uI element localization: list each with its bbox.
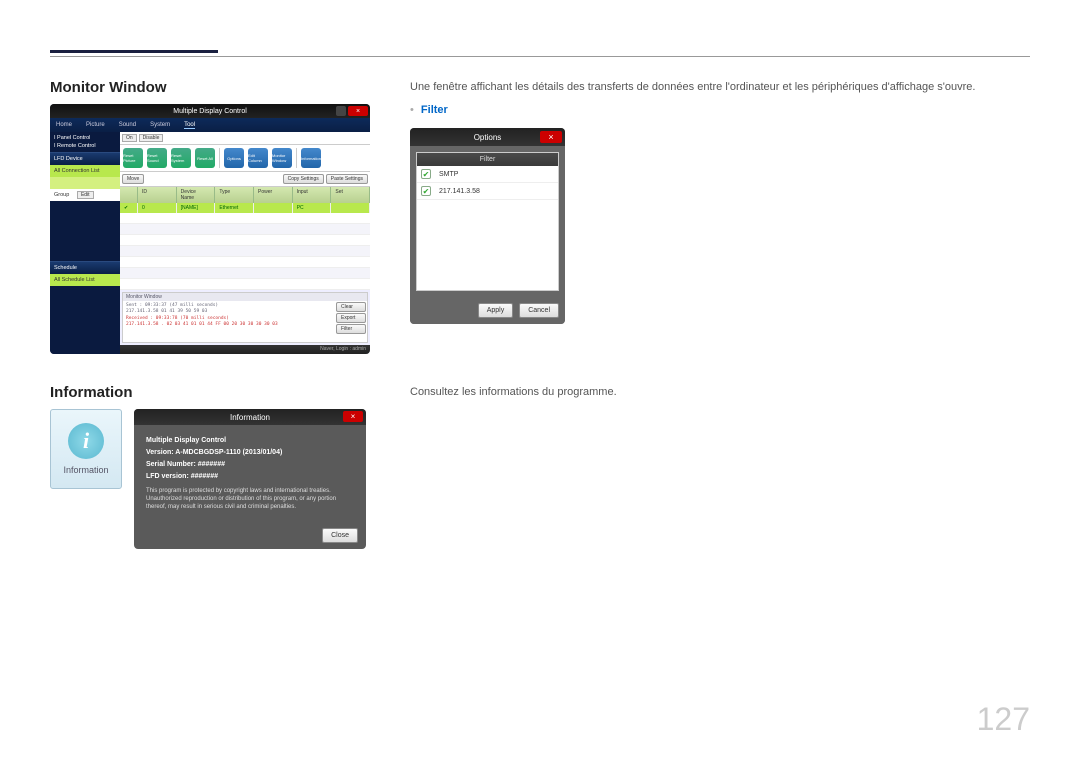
info-serial: Serial Number: ####### — [146, 461, 225, 468]
close-icon[interactable]: × — [343, 411, 363, 422]
checkbox-icon[interactable]: ✔ — [421, 169, 431, 179]
remote-control-label: I Remote Control — [54, 143, 96, 149]
apply-button[interactable]: Apply — [478, 303, 514, 318]
mdc-sidebar: I Panel Control I Remote Control LFD Dev… — [50, 132, 120, 354]
information-dialog-title: Information × — [134, 409, 366, 425]
group-edit-button[interactable]: Edit — [77, 191, 94, 199]
mdc-titlebar: Multiple Display Control × — [50, 104, 370, 118]
toolbar: Reset Picture Reset Sound Reset System R… — [120, 145, 370, 172]
table-row[interactable]: ✔ 0 [NAME] Ethernet PC — [120, 203, 370, 213]
th-power: Power — [254, 187, 293, 203]
filter-button[interactable]: Filter — [336, 324, 366, 334]
monitor-window-heading: Monitor Window — [50, 79, 380, 96]
th-set: Set — [331, 187, 370, 203]
close-icon[interactable]: × — [540, 131, 562, 143]
monitor-window-icon[interactable]: Monitor Window — [272, 148, 292, 168]
options-dialog: Options × Filter ✔ SMTP ✔ 217.141.3.58 — [410, 128, 565, 324]
monitor-panel-title: Monitor Window — [123, 293, 367, 301]
paste-settings-button[interactable]: Paste Settings — [326, 174, 368, 184]
nav-system[interactable]: System — [150, 122, 170, 128]
move-button[interactable]: Move — [122, 174, 144, 184]
reset-sound-icon[interactable]: Reset Sound — [147, 148, 167, 168]
options-icon[interactable]: Options — [224, 148, 244, 168]
mdc-title: Multiple Display Control — [173, 108, 247, 115]
sidebar-all-schedule[interactable]: All Schedule List — [50, 274, 120, 286]
info-legal-text: This program is protected by copyright l… — [146, 487, 354, 512]
nav-picture[interactable]: Picture — [86, 122, 105, 128]
sidebar-all-connection[interactable]: All Connection List — [50, 165, 120, 177]
reset-all-icon[interactable]: Reset All — [195, 148, 215, 168]
mdc-main: On Disable Reset Picture Reset Sound Res… — [120, 132, 370, 354]
panel-control-label: I Panel Control — [54, 135, 90, 141]
info-version: Version: A-MDCBGDSP-1110 (2013/01/04) — [146, 449, 282, 456]
device-table: ID Device Name Type Power Input Set ✔ 0 … — [120, 187, 370, 290]
reset-picture-icon[interactable]: Reset Picture — [123, 148, 143, 168]
chapter-rule — [50, 50, 218, 53]
th-input: Input — [293, 187, 332, 203]
sidebar-schedule[interactable]: Schedule — [50, 261, 120, 274]
th-device-name: Device Name — [177, 187, 216, 203]
bullet-icon: • — [410, 104, 414, 116]
copy-settings-button[interactable]: Copy Settings — [283, 174, 324, 184]
information-card-label: Information — [63, 465, 108, 475]
information-icon[interactable]: Information — [301, 148, 321, 168]
mdc-app-screenshot: Multiple Display Control × Home Picture … — [50, 104, 370, 354]
nav-tool[interactable]: Tool — [184, 122, 195, 129]
filter-column-header: Filter — [417, 153, 558, 166]
information-dialog: Information × Multiple Display Control V… — [134, 409, 366, 549]
panel-value[interactable]: On — [122, 134, 137, 142]
minimize-icon[interactable] — [336, 106, 346, 116]
nav-sound[interactable]: Sound — [119, 122, 136, 128]
monitor-panel: Monitor Window Sent : 09:33:37 (47 milli… — [122, 292, 368, 343]
filter-label: Filter — [421, 104, 448, 116]
page-number: 127 — [977, 701, 1030, 738]
information-heading: Information — [50, 384, 380, 401]
sidebar-group[interactable]: Group Edit — [50, 189, 120, 201]
th-type: Type — [215, 187, 254, 203]
export-button[interactable]: Export — [336, 313, 366, 323]
information-description: Consultez les informations du programme. — [410, 384, 1030, 401]
information-icon: i — [68, 423, 104, 459]
close-icon[interactable]: × — [348, 106, 368, 116]
checkbox-icon[interactable]: ✔ — [421, 186, 431, 196]
sidebar-lfd-device[interactable]: LFD Device — [50, 152, 120, 165]
clear-button[interactable]: Clear — [336, 302, 366, 312]
info-lfd-version: LFD version: ####### — [146, 473, 218, 480]
sidebar-selected-row[interactable] — [50, 177, 120, 189]
cancel-button[interactable]: Cancel — [519, 303, 559, 318]
nav-home[interactable]: Home — [56, 122, 72, 128]
filter-item[interactable]: ✔ SMTP — [417, 166, 558, 183]
filter-item[interactable]: ✔ 217.141.3.58 — [417, 183, 558, 200]
edit-column-icon[interactable]: Edit Column — [248, 148, 268, 168]
mdc-nav: Home Picture Sound System Tool — [50, 118, 370, 132]
information-toolbar-card[interactable]: i Information — [50, 409, 122, 489]
close-button[interactable]: Close — [322, 528, 358, 543]
reset-system-icon[interactable]: Reset System — [171, 148, 191, 168]
monitor-window-description: Une fenêtre affichant les détails des tr… — [410, 79, 1030, 96]
info-product: Multiple Display Control — [146, 437, 226, 444]
monitor-line: 217.141.3.58 . 02 03 41 01 01 44 FF 00 2… — [126, 322, 332, 328]
header-rule — [50, 56, 1030, 57]
remote-value[interactable]: Disable — [139, 134, 164, 142]
th-id: ID — [138, 187, 177, 203]
options-dialog-title: Options × — [410, 128, 565, 146]
mdc-statusbar: Naver, Login : admin — [120, 345, 370, 354]
